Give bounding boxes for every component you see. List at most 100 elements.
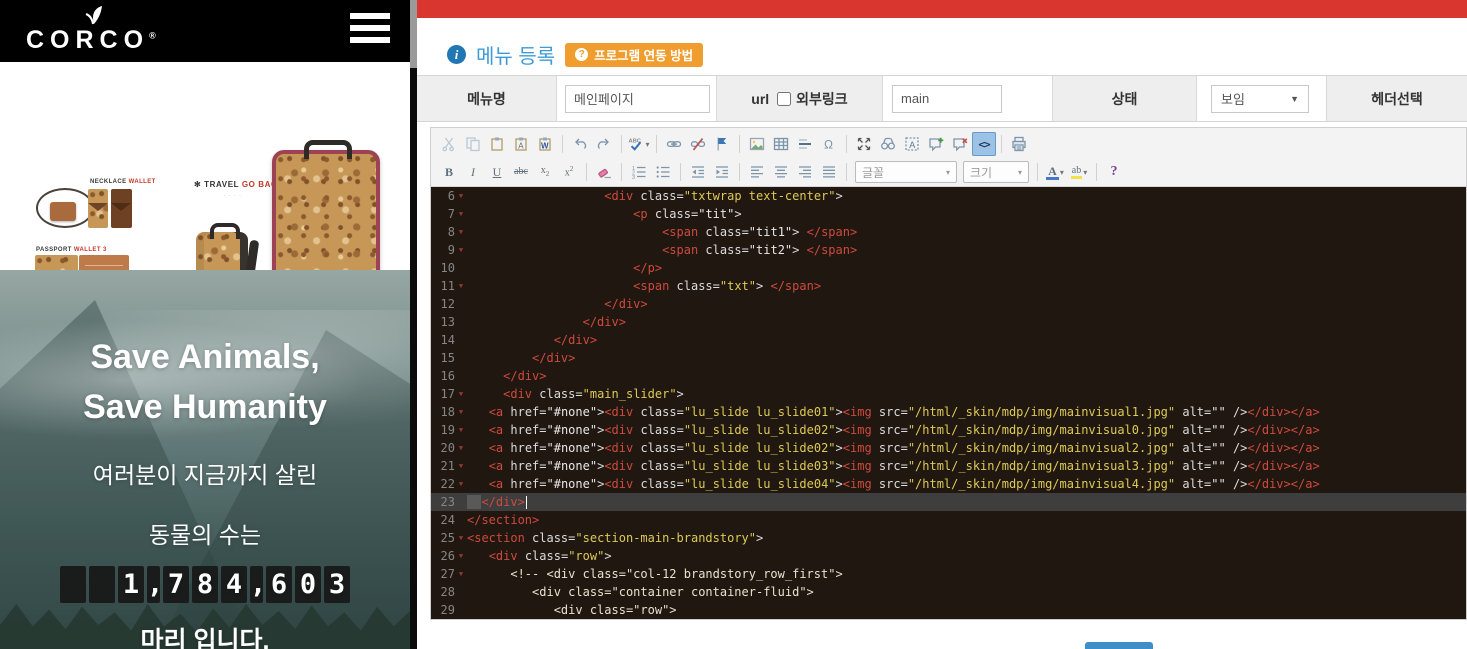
align-left-button[interactable] [745,160,769,184]
fold-arrow-icon[interactable]: ▼ [455,385,467,403]
spellcheck-button[interactable]: ABC▾ [627,132,651,156]
table-button[interactable] [769,132,793,156]
comment-remove-icon [952,136,968,152]
registered-mark: ® [149,31,162,41]
fold-arrow-icon[interactable]: ▼ [455,529,467,547]
external-link-checkbox[interactable] [777,92,791,106]
fold-arrow-icon[interactable]: ▼ [455,241,467,259]
preview-scrollbar-thumb[interactable] [410,0,417,68]
code-text: <!-- <div class="col-12 brandstory_row_f… [467,565,1466,583]
bold-button[interactable]: B [437,160,461,184]
fold-arrow-icon[interactable]: ▼ [455,223,467,241]
url-input[interactable] [892,85,1002,113]
select-all-button[interactable]: A [900,132,924,156]
fold-arrow-icon[interactable]: ▼ [455,421,467,439]
italic-button[interactable]: I [461,160,485,184]
table-icon [773,136,789,152]
horizontal-line-button[interactable] [793,132,817,156]
align-justify-button[interactable] [817,160,841,184]
print-button[interactable] [1007,132,1031,156]
svg-text:3: 3 [632,175,635,180]
status-select[interactable]: 보임 ▼ [1211,85,1309,113]
line-number: 26 [431,547,455,565]
code-text: <a href="#none"><div class="lu_slide lu_… [467,457,1466,475]
bg-color-button[interactable]: ab▾ [1067,160,1091,184]
code-text: <section class="section-main-brandstory"… [467,529,1466,547]
editor-toolbar: AWABC▾ΩA<> BIUabcx2x2123글꼴▾크기▾A▾ab▾? [431,128,1466,187]
superscript-button[interactable]: x2 [557,160,581,184]
align-center-button[interactable] [769,160,793,184]
align-center-icon [773,164,789,180]
code-text: </div> [467,493,1466,511]
unordered-list-button[interactable] [651,160,675,184]
top-red-bar [417,0,1467,18]
unlink-button[interactable] [686,132,710,156]
link-button[interactable] [662,132,686,156]
undo-button[interactable] [568,132,592,156]
find-button[interactable] [876,132,900,156]
paste-button[interactable] [485,132,509,156]
fold-arrow-icon[interactable]: ▼ [455,565,467,583]
fold-arrow-icon[interactable]: ▼ [455,439,467,457]
toolbar-separator [1037,163,1038,181]
fold-spacer [455,583,467,601]
line-number: 14 [431,331,455,349]
italic-icon: I [471,166,475,178]
fold-arrow-icon[interactable]: ▼ [455,187,467,205]
about-button[interactable]: ? [1102,160,1126,184]
cut-icon [441,136,457,152]
menu-icon[interactable] [350,13,390,45]
outdent-button[interactable] [686,160,710,184]
underline-button[interactable]: U [485,160,509,184]
maximize-button[interactable] [852,132,876,156]
subscript-button[interactable]: x2 [533,160,557,184]
comment-add-button[interactable] [924,132,948,156]
align-right-button[interactable] [793,160,817,184]
font-dropdown[interactable]: 글꼴▾ [855,161,957,183]
fold-arrow-icon[interactable]: ▼ [455,457,467,475]
find-icon [880,136,896,152]
hero-section: Save Animals, Save Humanity 여러분이 지금까지 살린… [0,270,410,649]
source-code-editor[interactable]: 6▼ <div class="txtwrap text-center">7▼ <… [431,187,1466,619]
redo-button[interactable] [592,132,616,156]
fold-arrow-icon[interactable]: ▼ [455,403,467,421]
fold-spacer [455,493,467,511]
text-color-button[interactable]: A▾ [1043,160,1067,184]
external-link-label: 외부링크 [796,89,848,109]
fold-arrow-icon[interactable]: ▼ [455,547,467,565]
about-icon: ? [1111,164,1118,180]
help-button-label: 프로그램 연동 방법 [594,45,693,64]
fold-arrow-icon[interactable]: ▼ [455,205,467,223]
code-text: <span class="tit2"> </span> [467,241,1466,259]
code-line: 13 </div> [431,313,1466,331]
chevron-down-icon: ▾ [645,140,649,149]
copy-button[interactable] [461,132,485,156]
menu-name-input[interactable] [565,85,710,113]
fold-arrow-icon[interactable]: ▼ [455,475,467,493]
size-dropdown[interactable]: 크기▾ [963,161,1029,183]
line-number: 8 [431,223,455,241]
special-char-button[interactable]: Ω [817,132,841,156]
remove-format-button[interactable] [592,160,616,184]
anchor-button[interactable] [710,132,734,156]
program-link-help-button[interactable]: ? 프로그램 연동 방법 [565,43,703,67]
source-button[interactable]: <> [972,132,996,156]
leaf-icon [81,4,107,26]
cut-button[interactable] [437,132,461,156]
status-select-value: 보임 [1221,89,1245,108]
indent-button[interactable] [710,160,734,184]
ordered-list-button[interactable]: 123 [627,160,651,184]
ordered-list-icon: 123 [631,164,647,180]
image-button[interactable] [745,132,769,156]
paste-word-button[interactable]: W [533,132,557,156]
comment-remove-button[interactable] [948,132,972,156]
counter-digit-box: 1 [118,566,144,603]
chevron-down-icon: ▼ [1290,94,1299,104]
fold-arrow-icon[interactable]: ▼ [455,277,467,295]
paste-text-button[interactable]: A [509,132,533,156]
line-number: 25 [431,529,455,547]
save-button[interactable]: 저장하기 [1085,642,1153,649]
preview-scrollbar[interactable] [410,0,417,649]
fold-spacer [455,367,467,385]
strikethrough-button[interactable]: abc [509,160,533,184]
